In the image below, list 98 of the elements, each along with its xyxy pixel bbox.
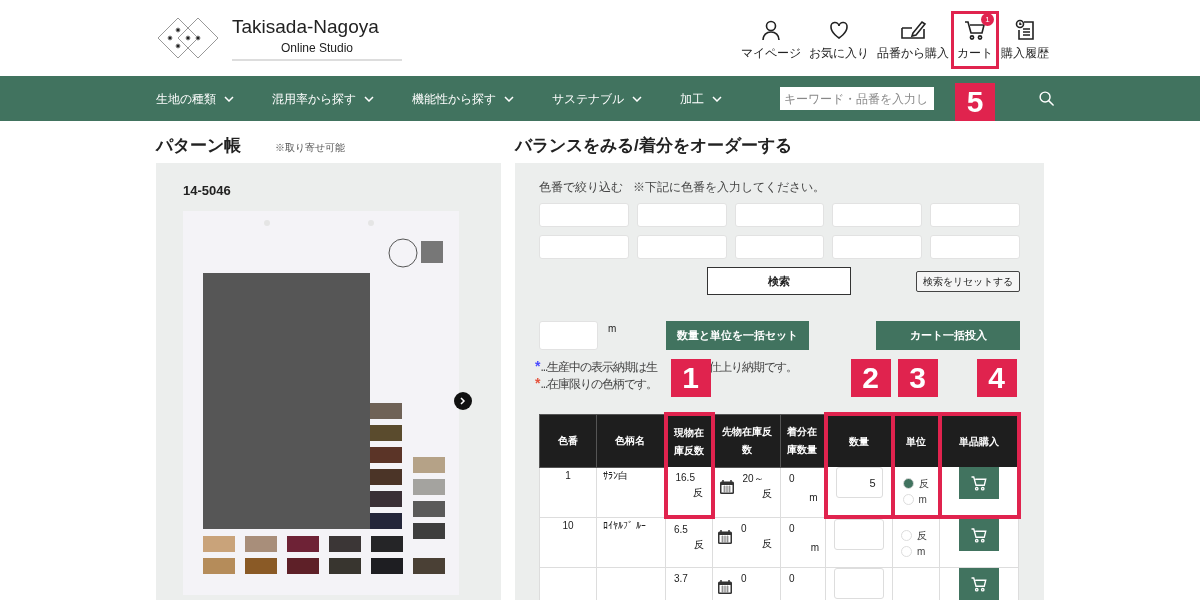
chevron-down-icon bbox=[364, 95, 374, 102]
table-cell: 10 bbox=[539, 517, 597, 567]
column-header: 着分在庫数量 bbox=[780, 414, 826, 467]
stock-value: 20～ bbox=[742, 471, 765, 486]
add-all-to-cart-button[interactable]: カート一括投入 bbox=[876, 321, 1020, 350]
unit-option-label: m bbox=[917, 544, 926, 559]
quantity-field[interactable] bbox=[834, 567, 884, 599]
nav-menu-item[interactable]: 加工 bbox=[680, 89, 722, 108]
color-number-field[interactable] bbox=[734, 235, 825, 259]
product-code: 14-5046 bbox=[183, 182, 232, 200]
section-title: パターン帳 bbox=[156, 135, 241, 157]
step-number-badge: 2 bbox=[850, 359, 891, 397]
calendar-icon bbox=[717, 578, 733, 595]
nav-menu-item[interactable]: 機能性から探す bbox=[412, 89, 514, 108]
stock-value: 3.7 bbox=[674, 571, 689, 586]
unit-text: 反 bbox=[693, 538, 704, 552]
section-title: バランスをみる/着分をオーダーする bbox=[515, 135, 793, 157]
quantity-field[interactable]: 5 bbox=[835, 467, 883, 498]
asterisk-mark: * bbox=[535, 358, 541, 374]
unit-option-label: 反 bbox=[918, 476, 929, 491]
bulk-set-button[interactable]: 数量と単位を一括セット bbox=[666, 321, 810, 350]
step-number-badge: 3 bbox=[897, 359, 938, 397]
search-icon[interactable] bbox=[1038, 90, 1055, 107]
chevron-down-icon bbox=[712, 95, 722, 102]
color-number-field[interactable] bbox=[930, 235, 1020, 259]
availability-note: ※取り寄せ可能 bbox=[275, 141, 345, 155]
radio-button[interactable] bbox=[902, 477, 914, 489]
cart-icon bbox=[970, 526, 988, 544]
unit-label: m bbox=[608, 322, 617, 336]
color-number-field[interactable] bbox=[832, 235, 923, 259]
stock-value: 6.5 bbox=[674, 523, 689, 537]
column-header: 先物在庫反数 bbox=[712, 414, 781, 467]
radio-button[interactable] bbox=[902, 493, 914, 505]
nav-menu-item[interactable]: サステナブル bbox=[552, 89, 642, 108]
color-number-field[interactable] bbox=[539, 235, 629, 259]
step-number-badge: 1 bbox=[670, 359, 711, 397]
column-header: 色柄名 bbox=[596, 414, 666, 467]
radio-button[interactable] bbox=[901, 529, 912, 541]
step-number-badge: 4 bbox=[976, 359, 1017, 397]
header-nav-link[interactable]: 品番から購入 bbox=[874, 14, 952, 66]
radio-button[interactable] bbox=[901, 545, 912, 557]
cart-icon bbox=[970, 574, 988, 593]
unit-text: 反 bbox=[761, 536, 772, 551]
receipt-list-icon bbox=[1013, 18, 1037, 42]
cart-count-badge: 1 bbox=[981, 13, 994, 26]
unit-text: m bbox=[808, 490, 818, 505]
stock-value: 16.5 bbox=[675, 471, 696, 485]
stock-value: 0 bbox=[789, 471, 796, 486]
next-arrow-button[interactable] bbox=[454, 392, 472, 410]
asterisk-mark: * bbox=[535, 375, 541, 391]
step-number-badge: 5 bbox=[955, 83, 995, 121]
legend-note: ...在庫限りの色柄です。 bbox=[540, 376, 658, 392]
search-field[interactable]: キーワード・品番を入力し bbox=[780, 87, 934, 110]
pen-and-box-icon bbox=[899, 18, 927, 42]
header-nav-link[interactable]: 購入履歴 bbox=[998, 14, 1052, 66]
quantity-field[interactable] bbox=[834, 519, 884, 550]
unit-option-label: m bbox=[918, 492, 927, 507]
color-number-field[interactable] bbox=[832, 203, 923, 227]
cart-icon bbox=[970, 474, 988, 492]
chevron-down-icon bbox=[224, 95, 234, 102]
table-cell: 1 bbox=[539, 467, 597, 517]
add-to-cart-button[interactable] bbox=[959, 519, 999, 551]
color-number-field[interactable] bbox=[539, 203, 629, 227]
unit-option-label: 反 bbox=[917, 528, 927, 543]
stock-value: 0 bbox=[789, 521, 796, 536]
add-to-cart-button[interactable] bbox=[959, 467, 999, 499]
unit-text: 反 bbox=[691, 486, 703, 500]
legend-note: ...生産中の表示納期は生 bbox=[540, 359, 658, 375]
color-number-field[interactable] bbox=[636, 203, 727, 227]
calendar-icon bbox=[717, 528, 733, 545]
stock-value: 0 bbox=[741, 571, 748, 586]
cart-icon bbox=[963, 18, 987, 42]
header-nav-link[interactable]: お気に入り bbox=[806, 14, 872, 66]
nav-menu-item[interactable]: 生地の種類 bbox=[156, 89, 234, 108]
reset-search-button[interactable]: 検索をリセットする bbox=[916, 270, 1020, 292]
color-number-field[interactable] bbox=[636, 235, 727, 259]
user-icon bbox=[759, 18, 783, 42]
chevron-right-icon bbox=[460, 397, 466, 405]
header-nav-link[interactable]: マイページ bbox=[738, 14, 804, 66]
unit-text: 反 bbox=[761, 486, 772, 501]
stock-value: 0 bbox=[741, 521, 748, 536]
filter-label: 色番で絞り込む bbox=[539, 179, 623, 196]
chevron-down-icon bbox=[632, 95, 642, 102]
logo-name: Takisada-Nagoya bbox=[232, 15, 380, 39]
filter-note: ※下記に色番を入力してください。 bbox=[633, 179, 825, 196]
nav-menu-item[interactable]: 混用率から探す bbox=[272, 89, 374, 108]
stock-value: 0 bbox=[789, 571, 796, 586]
column-header: 色番 bbox=[539, 414, 597, 467]
logo-subtitle: Online Studio bbox=[232, 38, 402, 61]
search-button[interactable]: 検索 bbox=[707, 267, 851, 295]
quantity-field[interactable] bbox=[539, 321, 598, 350]
unit-text: m bbox=[809, 540, 819, 555]
color-number-field[interactable] bbox=[930, 203, 1020, 227]
calendar-icon bbox=[718, 478, 735, 495]
table-cell: ﾛｲﾔﾙﾌﾞ ﾙｰ bbox=[596, 517, 666, 567]
chevron-down-icon bbox=[504, 95, 514, 102]
add-to-cart-button[interactable] bbox=[959, 567, 999, 600]
color-number-field[interactable] bbox=[734, 203, 825, 227]
